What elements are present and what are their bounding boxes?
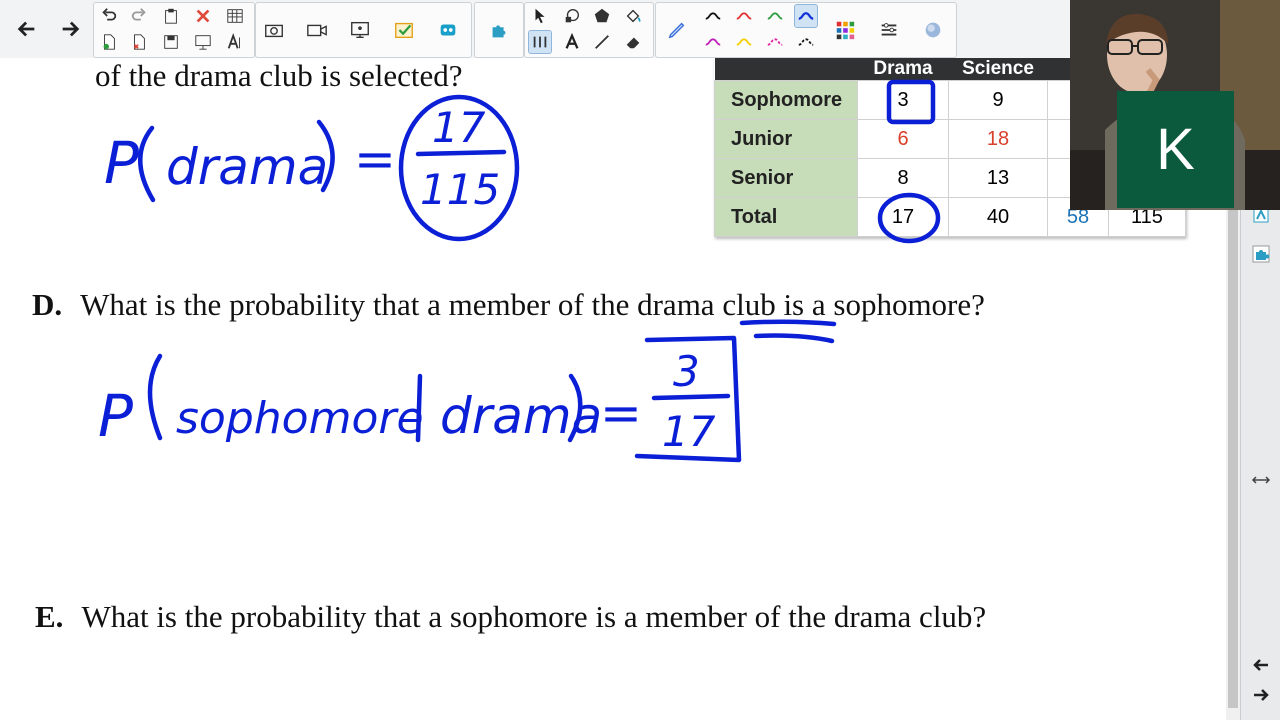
cell-total-science: 40 xyxy=(948,197,1048,237)
ink-eq2-p: P xyxy=(98,382,133,450)
table-icon[interactable] xyxy=(224,5,246,27)
pen-yellow-icon[interactable] xyxy=(733,31,755,53)
add-ons-tab-icon[interactable] xyxy=(1247,241,1275,267)
ink-box-answer-2 xyxy=(634,335,742,463)
puzzle-icon[interactable] xyxy=(484,15,514,45)
back-arrow-icon[interactable] xyxy=(12,14,42,44)
ink-paren-left-2 xyxy=(147,353,163,441)
text-format-icon[interactable] xyxy=(224,31,246,53)
ink-fraction-bar-1 xyxy=(415,149,507,157)
ink-given-bar xyxy=(415,373,423,443)
pen-red-icon[interactable] xyxy=(733,5,755,27)
forward-arrow-icon[interactable] xyxy=(55,14,85,44)
draw-tool-group xyxy=(524,2,654,58)
video-icon[interactable] xyxy=(302,15,332,45)
screen-capture-icon[interactable] xyxy=(345,15,375,45)
cell-sophomore-drama: 3 xyxy=(857,80,949,120)
line-icon[interactable] xyxy=(591,31,613,53)
cell-total-drama: 17 xyxy=(857,197,949,237)
ink-eq2-denominator: 17 xyxy=(662,407,716,456)
question-e: E. What is the probability that a sophomo… xyxy=(35,599,986,635)
ink-ellipse-answer-1 xyxy=(398,94,520,242)
question-d-label: D. xyxy=(32,287,63,322)
capture-tool-group xyxy=(255,2,472,58)
pen-style-group xyxy=(655,2,957,58)
response-icon[interactable] xyxy=(389,15,419,45)
paste-icon[interactable] xyxy=(160,5,182,27)
row-label-total: Total xyxy=(714,197,858,237)
ink-eq2-numerator: 3 xyxy=(673,347,700,396)
ink-paren-left-1 xyxy=(138,125,156,203)
move-left-icon[interactable] xyxy=(1247,652,1275,678)
pentagon-icon[interactable] xyxy=(591,5,613,27)
cell-junior-drama: 6 xyxy=(857,119,949,159)
participant-avatar-tile: K xyxy=(1117,91,1234,208)
pen-icon[interactable] xyxy=(528,30,552,54)
partial-question-text: of the drama club is selected? xyxy=(95,58,463,93)
ink-paren-right-2 xyxy=(567,373,583,443)
pen-blue-icon[interactable] xyxy=(794,4,818,28)
cell-junior-science: 18 xyxy=(948,119,1048,159)
cell-senior-science: 13 xyxy=(948,158,1048,198)
save-icon[interactable] xyxy=(160,31,182,53)
properties-icon[interactable] xyxy=(874,15,904,45)
color-grid-icon[interactable] xyxy=(830,15,860,45)
cloud-icon[interactable] xyxy=(918,15,948,45)
question-d-text: What is the probability that a member of… xyxy=(80,287,985,322)
ink-eq2-word1: sophomore xyxy=(176,393,424,444)
edit-tool-group xyxy=(93,2,255,58)
cell-senior-drama: 8 xyxy=(857,158,949,198)
notebook-page[interactable]: of the drama club is selected? Drama Sci… xyxy=(0,58,1226,720)
undo-icon[interactable] xyxy=(98,5,120,27)
screen-shade-icon[interactable] xyxy=(192,31,214,53)
row-label-sophomore: Sophomore xyxy=(714,80,858,120)
pen-magenta-icon[interactable] xyxy=(702,31,724,53)
ink-eq1-equals: = xyxy=(354,130,396,188)
camera-icon[interactable] xyxy=(259,15,289,45)
fill-icon[interactable] xyxy=(622,5,644,27)
ink-eq1-numerator: 17 xyxy=(432,103,486,152)
row-label-junior: Junior xyxy=(714,119,858,159)
delete-page-icon[interactable] xyxy=(128,31,150,53)
add-on-icon[interactable] xyxy=(433,15,463,45)
text-icon[interactable] xyxy=(561,31,583,53)
ink-eq1-denominator: 115 xyxy=(420,165,500,214)
cell-sophomore-science: 9 xyxy=(948,80,1048,120)
shapes-icon[interactable] xyxy=(561,5,583,27)
redo-icon[interactable] xyxy=(128,5,150,27)
table-header-cell xyxy=(714,58,858,81)
table-header-drama: Drama xyxy=(857,58,949,81)
new-page-icon[interactable] xyxy=(98,31,120,53)
ink-paren-right-1 xyxy=(316,119,335,193)
delete-icon[interactable] xyxy=(192,5,214,27)
ink-eq1-word: drama xyxy=(166,138,328,196)
ink-eq2-equals: = xyxy=(600,384,642,442)
row-label-senior: Senior xyxy=(714,158,858,198)
main-toolbar xyxy=(0,0,1070,59)
resize-handle-icon[interactable] xyxy=(1247,467,1275,493)
question-d: D. What is the probability that a member … xyxy=(32,287,985,323)
move-right-icon[interactable] xyxy=(1247,682,1275,708)
question-e-text: What is the probability that a sophomore… xyxy=(81,599,987,634)
ink-eq2-word2: drama xyxy=(440,387,602,445)
question-e-label: E. xyxy=(35,599,64,634)
pen-black-dashed-icon[interactable] xyxy=(795,31,817,53)
select-icon[interactable] xyxy=(529,5,551,27)
ink-underline-drama xyxy=(739,319,837,344)
table-header-science: Science xyxy=(948,58,1048,81)
ink-eq1-p: P xyxy=(104,129,139,197)
eraser-icon[interactable] xyxy=(622,31,644,53)
pen-black-icon[interactable] xyxy=(702,5,724,27)
pen-green-icon[interactable] xyxy=(764,5,786,27)
pen-pink-dashed-icon[interactable] xyxy=(764,31,786,53)
ink-fraction-bar-2 xyxy=(651,393,731,401)
puzzle-tool-group xyxy=(474,2,524,58)
magic-pen-icon[interactable] xyxy=(662,15,692,45)
